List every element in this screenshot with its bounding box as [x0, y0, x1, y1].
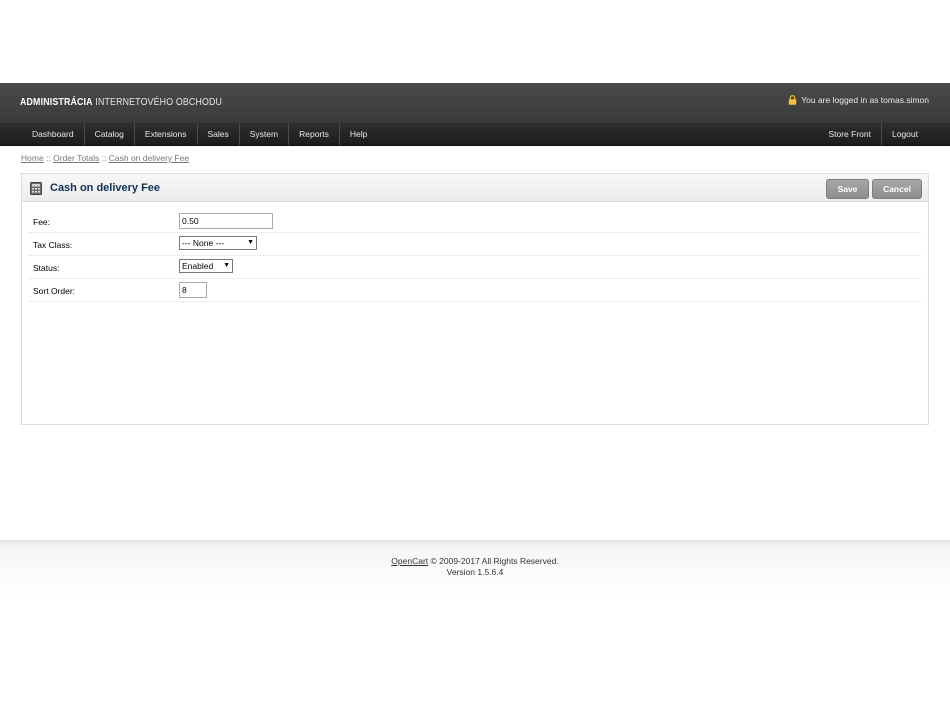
menu-item-extensions[interactable]: Extensions — [133, 123, 197, 145]
breadcrumb: Home :: Order Totals :: Cash on delivery… — [21, 153, 189, 163]
box-heading: Cash on delivery Fee Save Cancel — [22, 174, 928, 202]
breadcrumb-separator: :: — [99, 153, 109, 163]
tax-class-selected-value: --- None --- — [182, 238, 225, 248]
status-label: Status: — [33, 263, 60, 273]
calculator-icon — [30, 182, 42, 195]
opencart-link[interactable]: OpenCart — [391, 556, 428, 566]
menu-item-dashboard[interactable]: Dashboard — [22, 123, 84, 145]
admin-header: ADMINISTRÁCIA INTERNETOVÉHO OBCHODU You … — [0, 83, 950, 123]
sort-order-input[interactable]: 8 — [179, 282, 207, 298]
cancel-button[interactable]: Cancel — [872, 179, 922, 199]
page-title: Cash on delivery Fee — [50, 182, 161, 194]
form-row-sort-order: Sort Order: 8 — [29, 279, 922, 302]
tax-class-label: Tax Class: — [33, 240, 73, 250]
logo-light-text: INTERNETOVÉHO OBCHODU — [95, 97, 223, 108]
main-menu: Dashboard Catalog Extensions Sales Syste… — [0, 123, 950, 146]
login-info: You are logged in as tomas.simon — [788, 95, 929, 105]
sort-order-label: Sort Order: — [33, 286, 76, 296]
login-text: You are logged in as tomas.simon — [801, 95, 929, 105]
status-field-wrapper: Enabled ▼ — [179, 259, 233, 273]
copyright-text: © 2009-2017 All Rights Reserved. — [428, 556, 559, 566]
menu-right: Store Front Logout — [818, 123, 928, 145]
admin-logo[interactable]: ADMINISTRÁCIA INTERNETOVÉHO OBCHODU — [20, 97, 222, 108]
footer: OpenCart © 2009-2017 All Rights Reserved… — [0, 540, 950, 701]
dropdown-arrow-icon: ▼ — [247, 239, 254, 246]
menu-item-store-front[interactable]: Store Front — [818, 123, 881, 145]
form-row-fee: Fee: 0.50 — [29, 210, 922, 233]
footer-copyright: OpenCart © 2009-2017 All Rights Reserved… — [0, 556, 950, 566]
menu-left: Dashboard Catalog Extensions Sales Syste… — [22, 123, 377, 145]
fee-field-wrapper: 0.50 — [179, 213, 273, 229]
breadcrumb-home[interactable]: Home — [21, 153, 44, 163]
status-select[interactable]: Enabled ▼ — [179, 259, 233, 273]
logo-bold-text: ADMINISTRÁCIA — [20, 97, 93, 108]
fee-input[interactable]: 0.50 — [179, 213, 273, 229]
menu-item-catalog[interactable]: Catalog — [83, 123, 134, 145]
fee-label: Fee: — [33, 217, 51, 227]
dropdown-arrow-icon: ▼ — [223, 262, 230, 269]
content-box: Cash on delivery Fee Save Cancel Fee: 0.… — [21, 173, 929, 425]
menu-item-system[interactable]: System — [238, 123, 288, 145]
tax-class-field-wrapper: --- None --- ▼ — [179, 236, 257, 250]
breadcrumb-separator: :: — [43, 153, 54, 163]
sort-order-field-wrapper: 8 — [179, 282, 207, 298]
status-selected-value: Enabled — [182, 261, 214, 271]
form-row-status: Status: Enabled ▼ — [29, 256, 922, 279]
save-button[interactable]: Save — [826, 179, 869, 199]
menu-item-sales[interactable]: Sales — [196, 123, 239, 145]
form-row-tax-class: Tax Class: --- None --- ▼ — [29, 233, 922, 256]
menu-item-reports[interactable]: Reports — [288, 123, 339, 145]
menu-item-help[interactable]: Help — [338, 123, 377, 145]
menu-item-logout[interactable]: Logout — [881, 123, 928, 145]
footer-version: Version 1.5.6.4 — [446, 567, 504, 577]
lock-icon — [789, 95, 797, 105]
settings-form: Fee: 0.50 Tax Class: --- None --- ▼ Stat… — [29, 210, 922, 302]
breadcrumb-order-totals[interactable]: Order Totals — [53, 153, 99, 163]
breadcrumb-cash-on-delivery-fee[interactable]: Cash on delivery Fee — [109, 153, 189, 163]
tax-class-select[interactable]: --- None --- ▼ — [179, 236, 257, 250]
